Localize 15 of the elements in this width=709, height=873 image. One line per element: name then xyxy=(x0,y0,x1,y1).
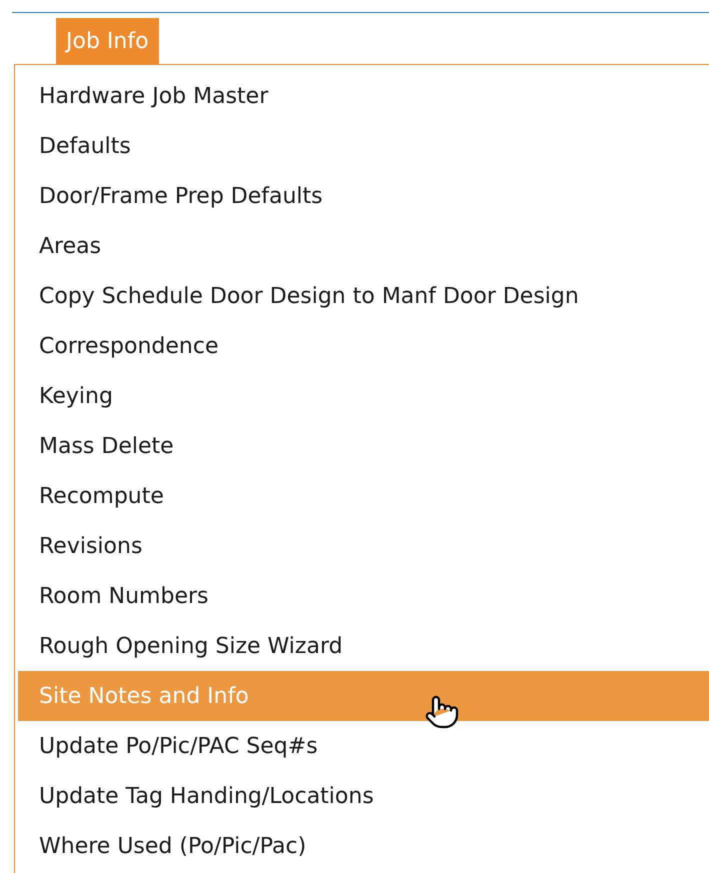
menu-item[interactable]: Update Po/Pic/PAC Seq#s xyxy=(18,721,709,771)
menu-item[interactable]: Defaults xyxy=(18,121,709,171)
menu-item[interactable]: Recompute xyxy=(18,471,709,521)
menu-item[interactable]: Update Tag Handing/Locations xyxy=(18,771,709,821)
menu-item[interactable]: Revisions xyxy=(18,521,709,571)
menu-item[interactable]: Mass Delete xyxy=(18,421,709,471)
menu-item[interactable]: Copy Schedule Door Design to Manf Door Design xyxy=(18,271,709,321)
menu-item[interactable]: Keying xyxy=(18,371,709,421)
menu-item[interactable]: Room Numbers xyxy=(18,571,709,621)
menu-item[interactable]: Areas xyxy=(18,221,709,271)
menu-item[interactable]: Correspondence xyxy=(18,321,709,371)
menu-item[interactable]: Rough Opening Size Wizard xyxy=(18,621,709,671)
menu-item[interactable]: Hardware Job Master xyxy=(18,71,709,121)
menu-item[interactable]: Where Used (Po/Pic/Pac) xyxy=(18,821,709,871)
menu-item[interactable]: Door/Frame Prep Defaults xyxy=(18,171,709,221)
